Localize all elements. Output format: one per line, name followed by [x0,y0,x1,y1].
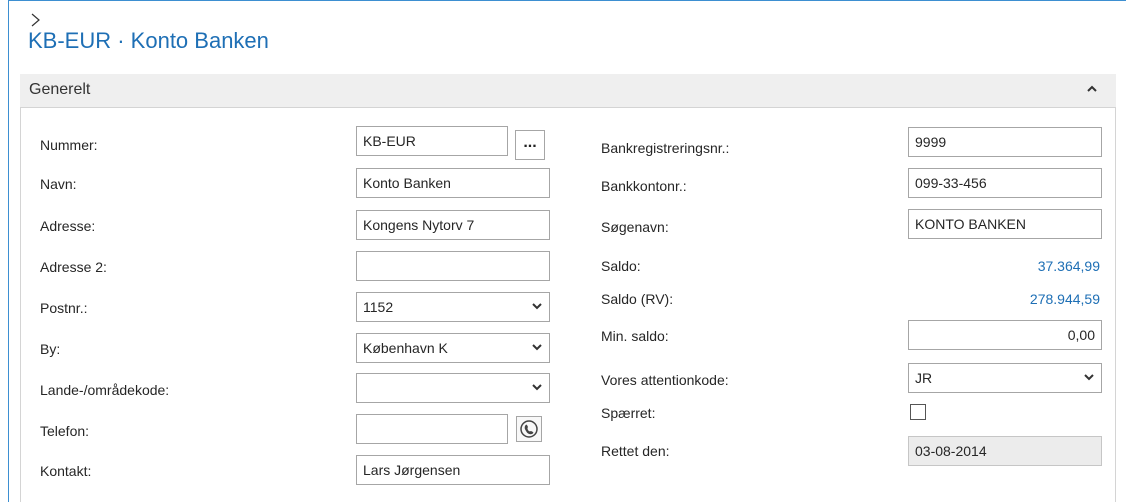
lande-select[interactable] [356,373,550,403]
adresse2-label: Adresse 2: [40,259,107,275]
by-value: København K [363,340,448,356]
attention-value: JR [915,370,933,386]
adresse-field[interactable]: Kongens Nytorv 7 [356,210,550,240]
adresse2-field[interactable] [356,251,550,281]
section-header[interactable]: Generelt [20,74,1116,108]
navn-field[interactable]: Konto Banken [356,168,550,198]
bankreg-field[interactable]: 9999 [908,127,1102,157]
chevron-up-icon[interactable] [1086,83,1098,97]
chevron-down-icon[interactable] [531,293,543,321]
phone-icon[interactable] [516,416,542,442]
attention-select[interactable]: JR [908,363,1102,393]
by-select[interactable]: København K [356,333,550,363]
min-saldo-label: Min. saldo: [601,328,669,344]
navn-label: Navn: [40,176,77,192]
page-title: KB-EUR · Konto Banken [28,28,269,53]
adresse-label: Adresse: [40,218,96,234]
attention-label: Vores attentionkode: [601,372,729,388]
telefon-field[interactable] [356,414,508,444]
mouse-cursor-icon [31,13,40,27]
soegenavn-field[interactable]: KONTO BANKEN [908,209,1102,239]
saldo-value[interactable]: 37.364,99 [908,258,1100,274]
chevron-down-icon[interactable] [1083,364,1095,392]
soegenavn-label: Søgenavn: [601,219,669,235]
nummer-field[interactable]: KB-EUR [356,126,508,156]
rettet-label: Rettet den: [601,443,670,459]
rettet-field: 03-08-2014 [908,436,1102,466]
bankkonto-field[interactable]: 099-33-456 [908,168,1102,198]
bankreg-label: Bankregistreringsnr.: [601,140,730,156]
spaerret-checkbox[interactable] [910,404,926,420]
saldo-rv-value[interactable]: 278.944,59 [908,291,1100,307]
chevron-down-icon[interactable] [531,374,543,402]
spaerret-label: Spærret: [601,405,656,421]
min-saldo-field[interactable]: 0,00 [908,320,1102,350]
nummer-lookup-button[interactable]: ... [515,130,545,160]
chevron-down-icon[interactable] [531,334,543,362]
postnr-select[interactable]: 1152 [356,292,550,322]
section-title: Generelt [29,81,91,98]
nummer-label: Nummer: [40,137,98,153]
kontakt-field[interactable]: Lars Jørgensen [356,455,550,485]
postnr-label: Postnr.: [40,300,88,316]
by-label: By: [40,341,61,357]
saldo-rv-label: Saldo (RV): [601,291,674,307]
kontakt-label: Kontakt: [40,463,92,479]
lande-label: Lande-/områdekode: [40,382,170,398]
bankkonto-label: Bankkontonr.: [601,178,687,194]
postnr-value: 1152 [363,299,394,315]
saldo-label: Saldo: [601,258,641,274]
telefon-label: Telefon: [40,423,90,439]
